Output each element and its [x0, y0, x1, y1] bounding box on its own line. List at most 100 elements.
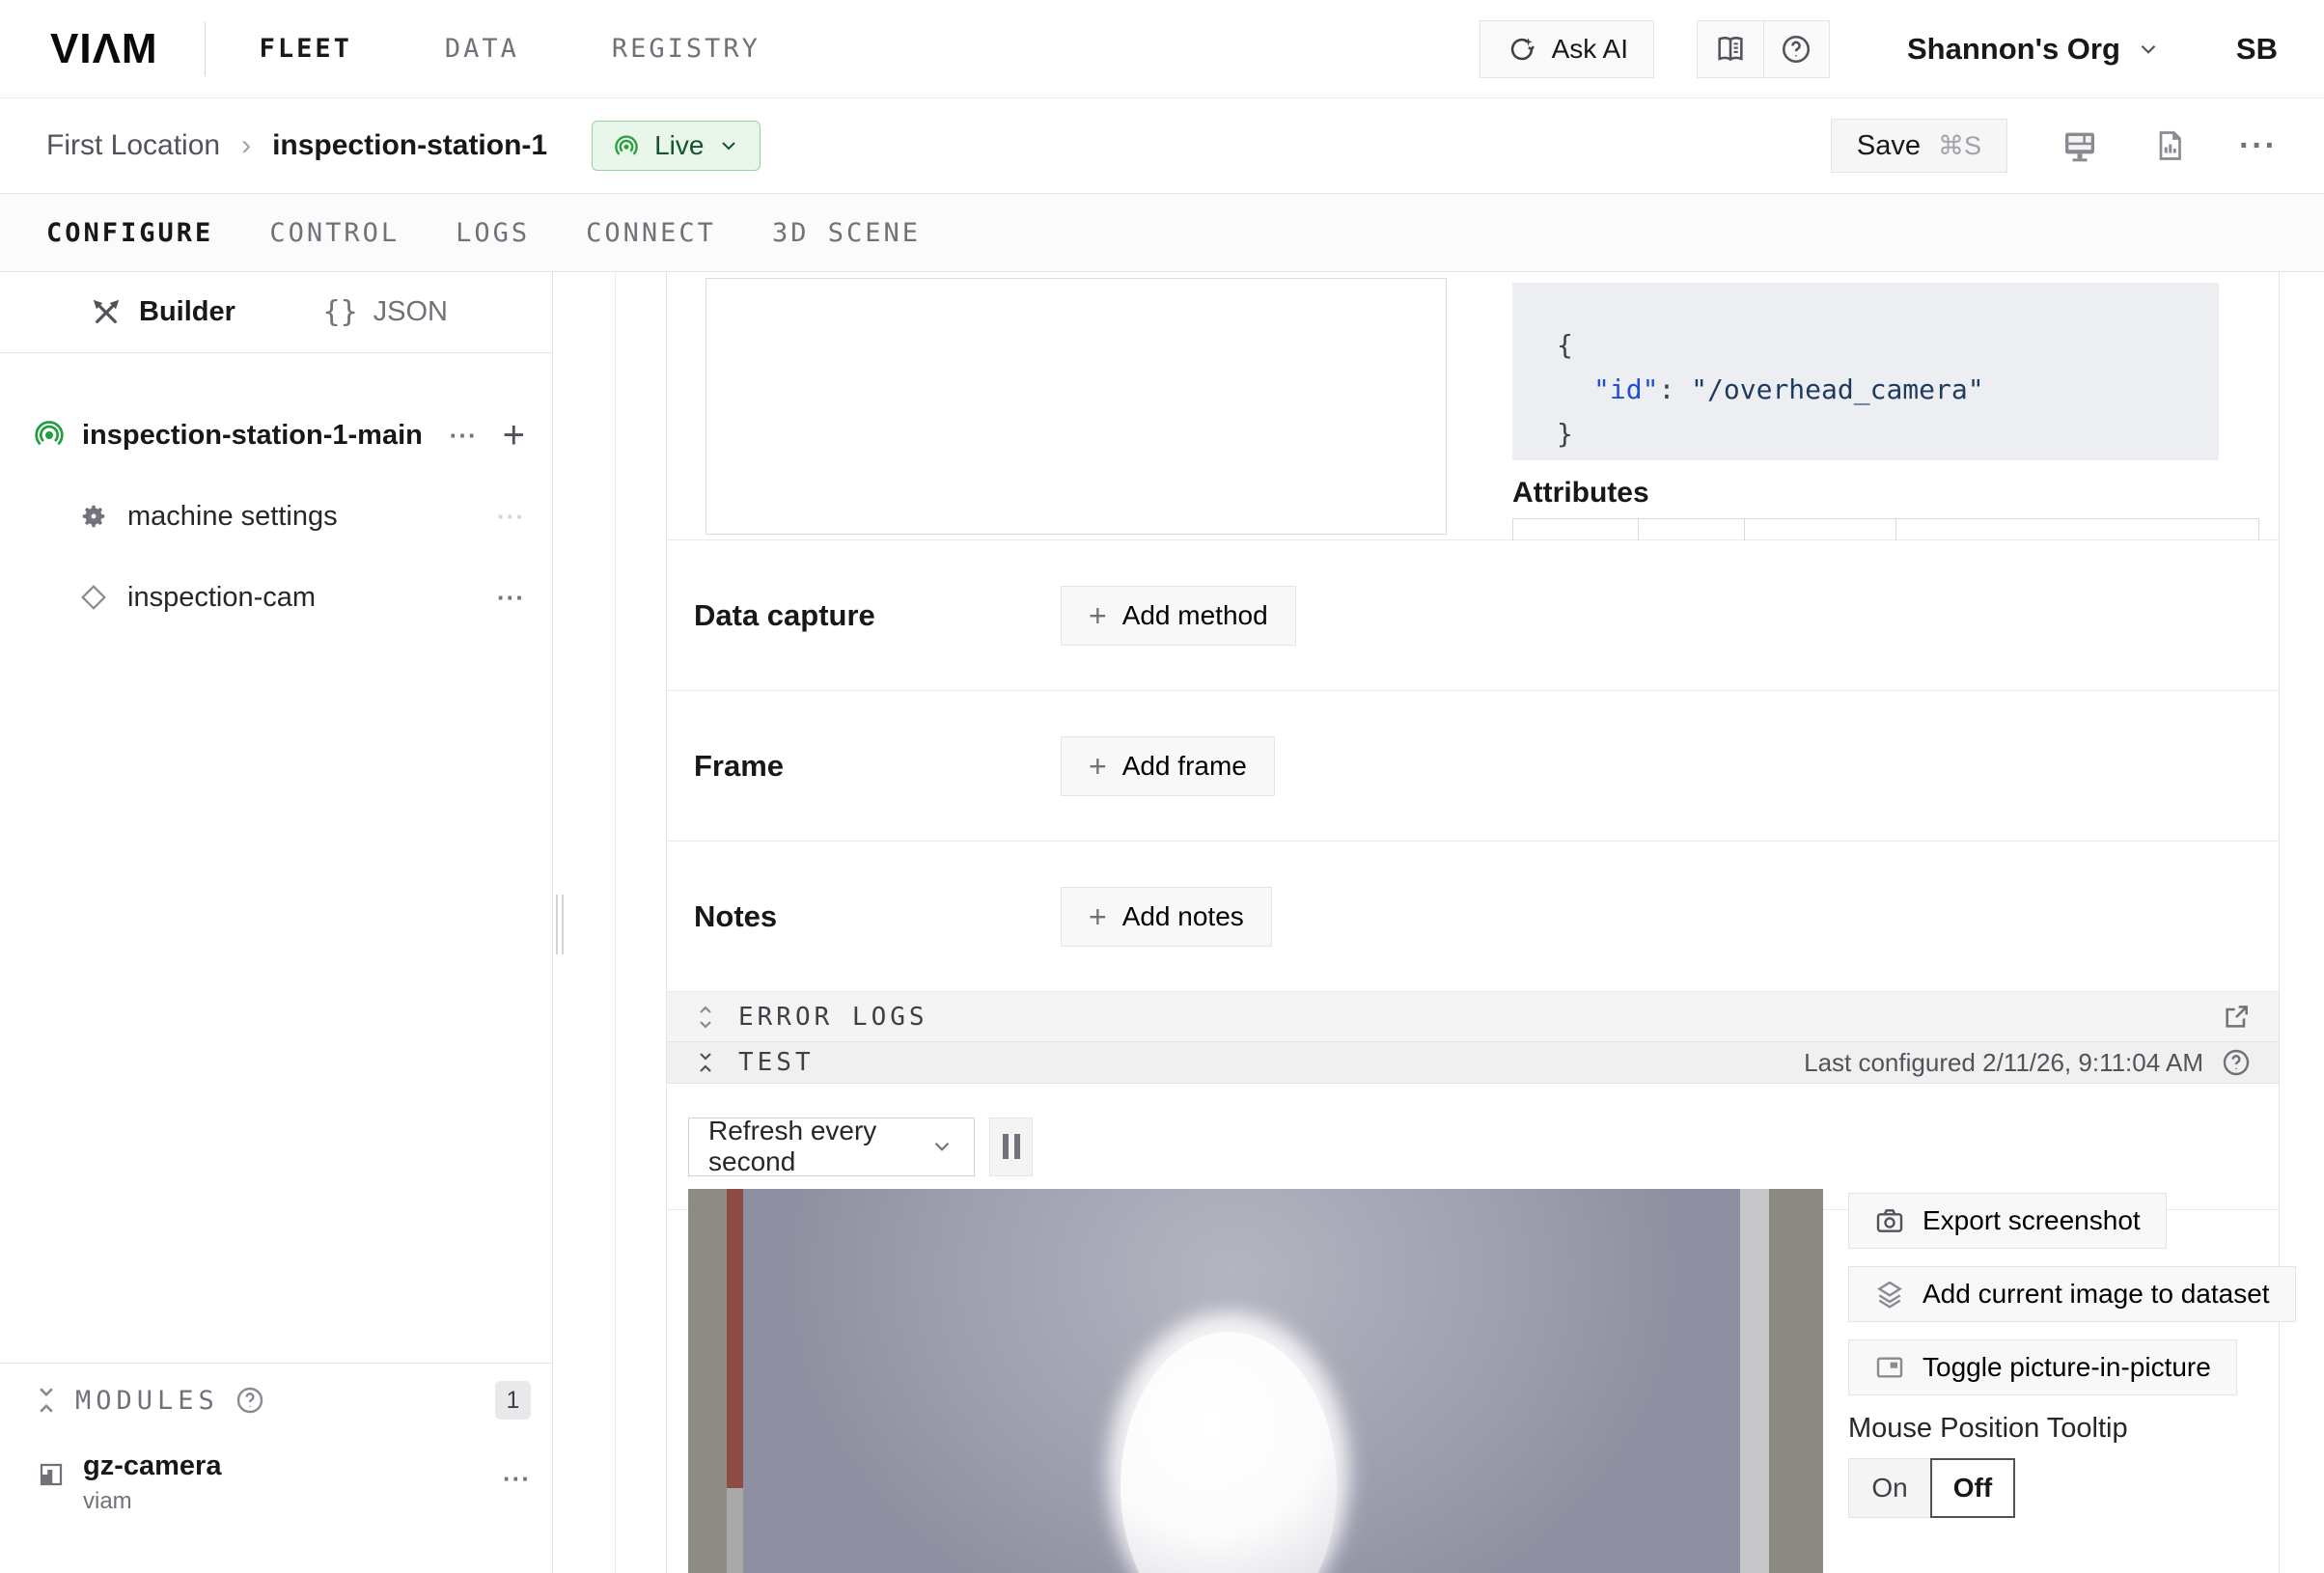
camera-stream-image[interactable] [688, 1189, 1823, 1573]
test-bar[interactable]: TEST Last configured 2/11/26, 9:11:04 AM [667, 1042, 2279, 1084]
pause-refresh-button[interactable] [989, 1118, 1033, 1176]
live-status-badge[interactable]: Live [592, 121, 761, 171]
code-line-id: "id": "/overhead_camera" [1557, 368, 2219, 412]
expand-icon [694, 1003, 717, 1032]
section-frame: Frame + Add frame [667, 691, 2279, 842]
viam-app: VIΛM FLEET DATA REGISTRY Ask AI [0, 0, 2324, 1573]
chevron-down-icon [2136, 37, 2161, 62]
breadcrumb-separator: › [241, 129, 251, 162]
machine-tabs: CONFIGURE CONTROL LOGS CONNECT 3D SCENE [0, 194, 2324, 272]
builder-label: Builder [139, 296, 235, 328]
frame-label: Frame [694, 749, 1061, 784]
user-avatar[interactable]: SB [2236, 32, 2278, 67]
inspection-cam-label: inspection-cam [127, 582, 316, 614]
camera-scene-red-strip [727, 1189, 743, 1488]
card-config-row: { "id": "/overhead_camera" } Attributes [667, 272, 2279, 540]
module-item-gz-camera[interactable]: gz-camera viam ··· [0, 1437, 552, 1515]
nav-divider [205, 22, 206, 76]
tab-control[interactable]: CONTROL [269, 218, 400, 248]
tools-icon [91, 297, 122, 328]
attributes-table [1512, 518, 2259, 540]
mouse-tooltip-toggle: On Off [1848, 1458, 2273, 1518]
org-name: Shannon's Org [1907, 32, 2120, 67]
machine-settings-more-button[interactable]: ··· [497, 502, 525, 532]
config-sidebar: Builder {} JSON inspection-station-1-mai… [0, 272, 553, 1573]
braces-icon: {} [323, 295, 358, 329]
tooltip-off-button[interactable]: Off [1930, 1458, 2015, 1518]
nav-item-fleet[interactable]: FLEET [260, 34, 352, 64]
add-frame-button[interactable]: + Add frame [1061, 736, 1275, 796]
gear-icon [79, 502, 108, 531]
collapse-icon[interactable] [33, 1384, 60, 1417]
add-method-button[interactable]: + Add method [1061, 586, 1296, 646]
ask-ai-label: Ask AI [1552, 34, 1628, 65]
json-mode-button[interactable]: {} JSON [323, 295, 448, 329]
tree-item-machine-settings[interactable]: machine settings ··· [0, 486, 552, 546]
component-card: { "id": "/overhead_camera" } Attributes … [666, 272, 2280, 1573]
add-component-button[interactable]: + [503, 416, 525, 455]
modules-help-icon[interactable] [235, 1385, 265, 1416]
breadcrumb-location[interactable]: First Location [46, 129, 220, 162]
select-chevron-down-icon [929, 1134, 954, 1159]
layers-icon [1874, 1279, 1905, 1310]
live-status-label: Live [654, 130, 704, 161]
test-help-icon[interactable] [2221, 1047, 2252, 1078]
tooltip-on-button[interactable]: On [1848, 1458, 1931, 1518]
code-line-open: { [1557, 323, 2219, 368]
tab-3d-scene[interactable]: 3D SCENE [772, 218, 921, 248]
plus-icon: + [1089, 901, 1107, 932]
modules-panel: MODULES 1 gz-c [0, 1363, 552, 1573]
inspection-cam-more-button[interactable]: ··· [497, 583, 525, 613]
module-icon [37, 1460, 66, 1489]
add-notes-button[interactable]: + Add notes [1061, 887, 1272, 947]
top-nav: VIΛM FLEET DATA REGISTRY Ask AI [0, 0, 2324, 98]
refresh-rate-select[interactable]: Refresh every second [688, 1118, 975, 1176]
machine-name: inspection-station-1 [272, 129, 547, 162]
file-chart-icon [2152, 126, 2187, 165]
export-screenshot-button[interactable]: Export screenshot [1848, 1193, 2167, 1249]
save-button[interactable]: Save ⌘S [1831, 119, 2007, 173]
plus-icon: + [1089, 751, 1107, 782]
nav-item-data[interactable]: DATA [445, 34, 519, 64]
machine-monitor-button[interactable] [2060, 126, 2100, 165]
open-external-icon[interactable] [2221, 1002, 2252, 1033]
save-label: Save [1857, 130, 1921, 162]
plus-icon: + [1089, 600, 1107, 631]
live-chevron-down-icon [717, 134, 740, 157]
main-part-more-button[interactable]: ··· [450, 421, 478, 451]
modules-count-badge: 1 [495, 1381, 531, 1420]
camera-icon [1874, 1205, 1905, 1236]
more-ellipsis-icon: ··· [2239, 127, 2278, 165]
ask-ai-button[interactable]: Ask AI [1480, 20, 1654, 78]
module-more-button[interactable]: ··· [503, 1464, 531, 1494]
tab-connect[interactable]: CONNECT [586, 218, 716, 248]
viam-logo[interactable]: VIΛM [50, 25, 158, 73]
tab-configure[interactable]: CONFIGURE [46, 218, 213, 248]
attributes-title: Attributes [1512, 477, 1649, 510]
nav-item-registry[interactable]: REGISTRY [612, 34, 761, 64]
sidebar-resizer-handle[interactable] [556, 895, 566, 954]
error-logs-bar[interactable]: ERROR LOGS [667, 992, 2279, 1042]
monitor-icon [2060, 126, 2100, 165]
machine-report-button[interactable] [2152, 126, 2187, 165]
toggle-pip-button[interactable]: Toggle picture-in-picture [1848, 1339, 2237, 1395]
section-data-capture: Data capture + Add method [667, 540, 2279, 691]
camera-scene-light-strip [1740, 1189, 1769, 1573]
modules-title: MODULES [75, 1386, 219, 1416]
notes-label: Notes [694, 899, 1061, 934]
camera-scene-gray-strip [727, 1488, 743, 1573]
org-switcher[interactable]: Shannon's Org [1907, 32, 2161, 67]
tree-item-inspection-cam[interactable]: inspection-cam ··· [0, 567, 552, 627]
machine-more-button[interactable]: ··· [2239, 127, 2278, 165]
component-diamond-icon [79, 583, 108, 612]
camera-scene-left-column [688, 1189, 727, 1573]
help-button[interactable] [1763, 21, 1829, 77]
config-editor-panel[interactable] [706, 278, 1447, 535]
tab-logs[interactable]: LOGS [456, 218, 530, 248]
tree-item-main-part[interactable]: inspection-station-1-main ··· + [0, 405, 552, 465]
add-to-dataset-button[interactable]: Add current image to dataset [1848, 1266, 2296, 1322]
builder-mode-button[interactable]: Builder [91, 296, 235, 328]
docs-button[interactable] [1698, 21, 1763, 77]
help-group [1697, 20, 1830, 78]
book-icon [1714, 33, 1747, 66]
